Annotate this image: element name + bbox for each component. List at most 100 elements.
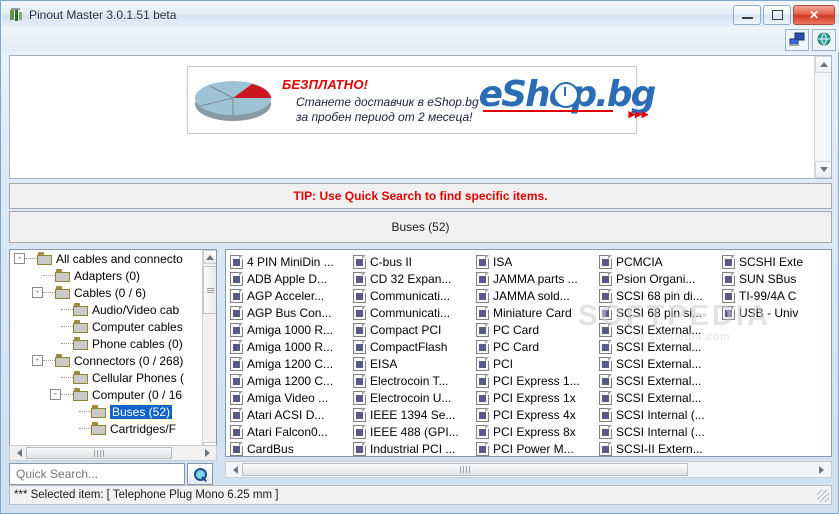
list-item[interactable]: SCSI 68 pin si...: [595, 304, 718, 321]
list-item[interactable]: PCI Power M...: [472, 440, 595, 456]
list-item[interactable]: PC Card: [472, 321, 595, 338]
list-scroll-left-icon[interactable]: [226, 462, 241, 477]
list-item[interactable]: 4 PIN MiniDin ...: [226, 253, 349, 270]
tree-item[interactable]: Adapters (0): [10, 267, 202, 284]
list-item[interactable]: Electrocoin U...: [349, 389, 472, 406]
pinout-file-icon: [599, 407, 612, 422]
tree-expander-icon[interactable]: -: [32, 287, 43, 298]
list-item[interactable]: SCSI Internal (...: [595, 423, 718, 440]
minimize-button[interactable]: [733, 5, 761, 25]
tree-vertical-scrollbar[interactable]: [202, 250, 216, 456]
scroll-up-icon[interactable]: [815, 56, 831, 73]
list-item[interactable]: IEEE 1394 Se...: [349, 406, 472, 423]
list-item[interactable]: ISA: [472, 253, 595, 270]
tree-item[interactable]: - Cables (0 / 6): [10, 284, 202, 301]
resize-grip[interactable]: [817, 490, 829, 502]
list-item[interactable]: Communicati...: [349, 287, 472, 304]
tree-item[interactable]: - Connectors (0 / 268): [10, 352, 202, 369]
list-item[interactable]: ADB Apple D...: [226, 270, 349, 287]
list-item[interactable]: AGP Bus Con...: [226, 304, 349, 321]
list-item[interactable]: Amiga 1000 R...: [226, 338, 349, 355]
pinout-file-icon: [722, 254, 735, 269]
list-item[interactable]: TI-99/4A C: [718, 287, 831, 304]
list-item[interactable]: SCSI External...: [595, 355, 718, 372]
list-item[interactable]: AGP Acceler...: [226, 287, 349, 304]
tree-scroll-up-icon[interactable]: [203, 250, 216, 264]
list-item[interactable]: CD 32 Expan...: [349, 270, 472, 287]
list-item[interactable]: PCI Express 4x: [472, 406, 595, 423]
tree-item[interactable]: - Computer (0 / 16: [10, 386, 202, 403]
list-item[interactable]: Atari Falcon0...: [226, 423, 349, 440]
list-item[interactable]: PCI: [472, 355, 595, 372]
list-item[interactable]: CompactFlash: [349, 338, 472, 355]
list-item[interactable]: Atari ACSI D...: [226, 406, 349, 423]
globe-icon[interactable]: [812, 28, 836, 51]
tree-item[interactable]: Audio/Video cab: [10, 301, 202, 318]
tree-item[interactable]: Buses (52): [10, 403, 202, 420]
maximize-button[interactable]: [763, 5, 791, 25]
list-item[interactable]: SUN SBus: [718, 270, 831, 287]
tree-connector-line: [43, 291, 55, 294]
list-item[interactable]: PC Card: [472, 338, 595, 355]
scroll-down-icon[interactable]: [815, 161, 831, 178]
item-list-panel[interactable]: 4 PIN MiniDin ... ADB Apple D... AGP Accel…: [225, 249, 832, 457]
list-item[interactable]: PCI Express 1...: [472, 372, 595, 389]
network-screen-icon[interactable]: [785, 28, 809, 51]
banner-vertical-scrollbar[interactable]: [814, 56, 831, 178]
list-item[interactable]: SCSI External...: [595, 372, 718, 389]
list-item[interactable]: Amiga 1200 C...: [226, 372, 349, 389]
list-item[interactable]: PCMCIA: [595, 253, 718, 270]
tree-horizontal-scrollbar[interactable]: [9, 445, 217, 461]
list-item[interactable]: Amiga 1000 R...: [226, 321, 349, 338]
list-item[interactable]: PCI Express 1x: [472, 389, 595, 406]
list-item[interactable]: SCSI External...: [595, 389, 718, 406]
category-tree[interactable]: - All cables and connecto Adapters (0) - Cab…: [10, 250, 202, 456]
list-item[interactable]: Communicati...: [349, 304, 472, 321]
search-input[interactable]: [14, 466, 184, 482]
quick-search-box[interactable]: [9, 463, 185, 485]
tree-item[interactable]: - All cables and connecto: [10, 250, 202, 267]
list-item[interactable]: SCSI 68 pin di...: [595, 287, 718, 304]
list-item[interactable]: Miniature Card: [472, 304, 595, 321]
tree-item[interactable]: Phone cables (0): [10, 335, 202, 352]
list-item[interactable]: Amiga Video ...: [226, 389, 349, 406]
list-item[interactable]: Psion Organi...: [595, 270, 718, 287]
list-item[interactable]: Amiga 1200 C...: [226, 355, 349, 372]
item-list-columns[interactable]: 4 PIN MiniDin ... ADB Apple D... AGP Accel…: [226, 250, 831, 456]
tree-scroll-left-icon[interactable]: [10, 446, 24, 460]
advertisement[interactable]: БЕЗПЛАТНО! Станете доставчик в eShop.bg …: [187, 66, 656, 134]
list-item[interactable]: IEEE 488 (GPI...: [349, 423, 472, 440]
list-horizontal-scrollbar[interactable]: [225, 461, 832, 478]
list-item-label: IEEE 488 (GPI...: [370, 424, 459, 439]
list-item[interactable]: SCSI External...: [595, 321, 718, 338]
list-item[interactable]: SCSHI Exte: [718, 253, 831, 270]
list-item[interactable]: SCSI Internal (...: [595, 406, 718, 423]
list-item[interactable]: PCI Express 8x: [472, 423, 595, 440]
list-scroll-right-icon[interactable]: [816, 462, 831, 477]
tree-expander-icon[interactable]: -: [32, 355, 43, 366]
list-item[interactable]: CardBus: [226, 440, 349, 456]
list-item[interactable]: SCSI External...: [595, 338, 718, 355]
tree-expander-icon[interactable]: -: [14, 253, 25, 264]
tree-scroll-right-icon[interactable]: [202, 446, 216, 460]
list-item[interactable]: JAMMA parts ...: [472, 270, 595, 287]
close-button[interactable]: ✕: [793, 5, 835, 25]
search-button[interactable]: [187, 463, 213, 485]
list-item[interactable]: Electrocoin T...: [349, 372, 472, 389]
tree-item[interactable]: Cartridges/F: [10, 420, 202, 437]
list-item[interactable]: EISA: [349, 355, 472, 372]
tree-item[interactable]: Computer cables: [10, 318, 202, 335]
tree-expander-icon[interactable]: -: [50, 389, 61, 400]
list-hscroll-thumb[interactable]: [242, 463, 688, 476]
tree-hscroll-thumb[interactable]: [26, 447, 172, 459]
pinout-file-icon: [230, 441, 243, 456]
list-item[interactable]: SCSI-II Extern...: [595, 440, 718, 456]
list-item[interactable]: USB - Univ: [718, 304, 831, 321]
list-item[interactable]: JAMMA sold...: [472, 287, 595, 304]
tree-scroll-thumb[interactable]: [203, 266, 216, 314]
tree-item[interactable]: Cellular Phones (: [10, 369, 202, 386]
list-item[interactable]: C-bus II: [349, 253, 472, 270]
list-item[interactable]: Compact PCI: [349, 321, 472, 338]
category-tree-panel[interactable]: - All cables and connecto Adapters (0) - Cab…: [9, 249, 217, 457]
list-item[interactable]: Industrial PCI ...: [349, 440, 472, 456]
